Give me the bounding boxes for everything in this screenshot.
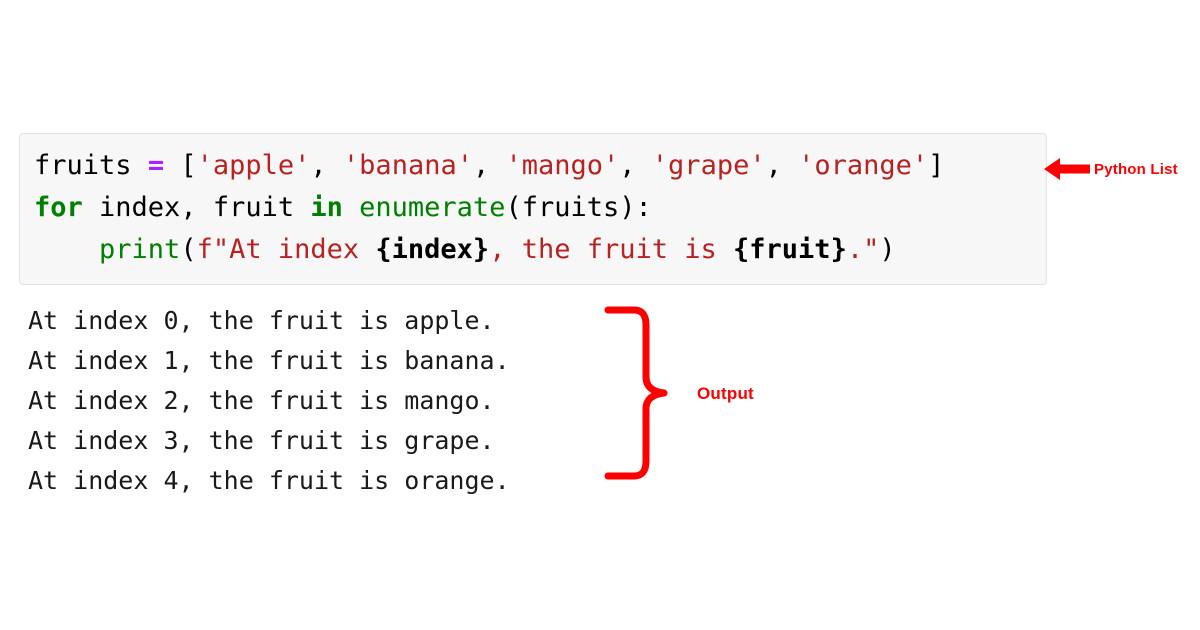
code-token-str: 'mango': [505, 150, 620, 181]
code-token-brace: {index}: [375, 234, 490, 265]
code-token-name: fruits: [34, 150, 132, 181]
left-arrow-icon: [1044, 158, 1090, 180]
code-token-punct: ]: [928, 150, 945, 181]
code-token-punct: ,: [310, 150, 343, 181]
output-curly-brace-icon: [604, 306, 668, 480]
output-line: At index 4, the fruit is orange.: [28, 466, 510, 495]
output-line: At index 2, the fruit is mango.: [28, 386, 495, 415]
code-content: fruits = ['apple', 'banana', 'mango', 'g…: [34, 145, 944, 271]
code-token-builtin: print: [99, 234, 181, 265]
output-label: Output: [697, 384, 754, 403]
code-token-punct: ,: [765, 150, 799, 181]
code-token-str: 'banana': [342, 150, 473, 181]
code-line: for index, fruit in enumerate(fruits):: [34, 187, 944, 229]
code-line: print(f"At index {index}, the fruit is {…: [34, 229, 944, 271]
code-token-ws: [34, 234, 99, 265]
code-token-ws: [343, 192, 359, 223]
code-token-fstr: , the fruit is: [489, 234, 734, 265]
code-token-punct: ): [879, 234, 896, 265]
code-block: fruits = ['apple', 'banana', 'mango', 'g…: [19, 133, 1047, 285]
code-token-str: 'orange': [798, 150, 929, 181]
code-token-brace: {fruit}: [733, 234, 847, 265]
code-token-str: 'apple': [196, 150, 311, 181]
code-token-ws: [132, 150, 148, 181]
code-token-punct: [: [180, 150, 197, 181]
code-token-builtin: enumerate: [359, 192, 506, 223]
code-token-kw: in: [310, 192, 343, 223]
code-token-name: index, fruit: [82, 192, 311, 223]
output-line: At index 0, the fruit is apple.: [28, 306, 495, 335]
python-list-annotation: Python List: [1044, 156, 1178, 182]
code-token-punct: (: [180, 234, 197, 265]
code-token-ws: [164, 150, 180, 181]
code-token-fstr: f"At index: [196, 234, 376, 265]
program-output: At index 0, the fruit is apple. At index …: [28, 301, 510, 501]
output-line: At index 3, the fruit is grape.: [28, 426, 495, 455]
code-line: fruits = ['apple', 'banana', 'mango', 'g…: [34, 145, 944, 187]
python-list-label: Python List: [1094, 160, 1178, 178]
code-token-fstr: .": [846, 234, 880, 265]
output-line: At index 1, the fruit is banana.: [28, 346, 510, 375]
code-token-kw: for: [34, 192, 83, 223]
code-token-op: =: [147, 150, 165, 181]
code-token-punct: (fruits):: [505, 192, 652, 223]
code-token-str: 'grape': [651, 150, 766, 181]
code-token-punct: ,: [619, 150, 652, 181]
code-token-punct: ,: [472, 150, 506, 181]
